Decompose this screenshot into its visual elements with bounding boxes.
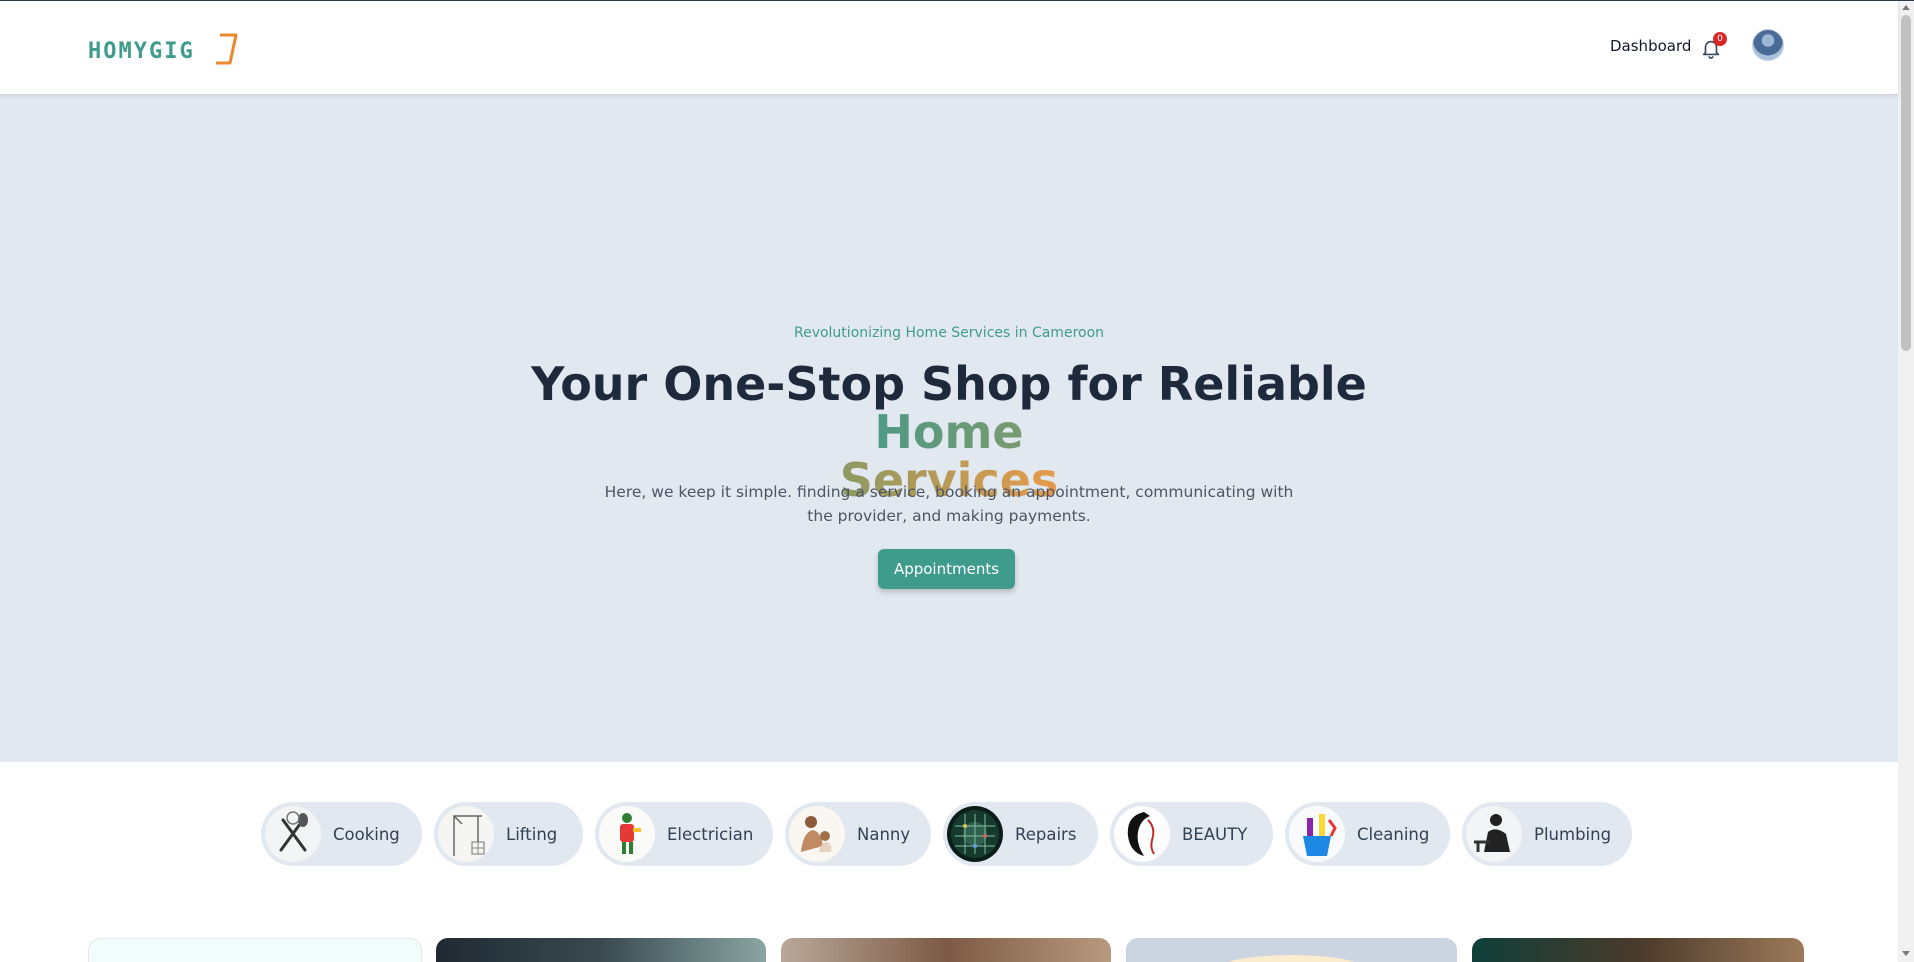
homygig-logo[interactable]: HOMYGIG	[88, 31, 238, 71]
category-label: Electrician	[667, 824, 754, 844]
category-chip-nanny[interactable]: Nanny	[785, 802, 931, 866]
site-header: HOMYGIG Dashboard 0	[0, 1, 1898, 94]
service-card[interactable]	[1472, 938, 1804, 962]
circuit-board-icon	[947, 806, 1003, 862]
category-chip-lifting[interactable]: Lifting	[434, 802, 583, 866]
page-scrollbar[interactable]	[1898, 1, 1914, 962]
nanny-icon	[789, 806, 845, 862]
user-avatar[interactable]	[1752, 29, 1784, 61]
category-label: Repairs	[1015, 824, 1077, 844]
category-chip-cooking[interactable]: Cooking	[261, 802, 422, 866]
service-card[interactable]	[781, 938, 1111, 962]
appointments-button[interactable]: Appointments	[878, 549, 1015, 589]
category-chip-plumbing[interactable]: Plumbing	[1462, 802, 1632, 866]
category-chip-beauty[interactable]: BEAUTY	[1110, 802, 1273, 866]
service-card[interactable]	[88, 938, 422, 962]
hero-tagline: Revolutionizing Home Services in Cameroo…	[793, 325, 1105, 341]
beauty-icon	[1114, 806, 1170, 862]
crane-icon	[438, 806, 494, 862]
scroll-down-arrow-icon[interactable]	[1902, 951, 1910, 956]
category-chip-repairs[interactable]: Repairs	[943, 802, 1098, 866]
plumber-icon	[1466, 806, 1522, 862]
electrician-icon	[599, 806, 655, 862]
scrollbar-thumb[interactable]	[1901, 15, 1911, 351]
service-card[interactable]	[1126, 938, 1457, 962]
category-label: Lifting	[506, 824, 558, 844]
category-label: BEAUTY	[1182, 824, 1248, 844]
logo-text: HOMYGIG	[88, 38, 195, 64]
category-label: Cleaning	[1357, 824, 1430, 844]
notification-count-badge: 0	[1713, 32, 1727, 46]
hero-section: Revolutionizing Home Services in Cameroo…	[0, 94, 1898, 762]
cleaning-supplies-icon	[1289, 806, 1345, 862]
category-label: Plumbing	[1534, 824, 1612, 844]
category-label: Nanny	[857, 824, 911, 844]
scroll-up-arrow-icon[interactable]	[1902, 5, 1910, 10]
cooking-utensils-icon	[265, 806, 321, 862]
hero-description: Here, we keep it simple. finding a servi…	[604, 483, 1294, 525]
service-card[interactable]	[436, 938, 766, 962]
category-label: Cooking	[333, 824, 400, 844]
category-chip-cleaning[interactable]: Cleaning	[1285, 802, 1450, 866]
hero-title-home: Home	[874, 405, 1024, 459]
hero-title-text: Your One-Stop Shop for Reliable	[531, 357, 1367, 411]
category-chip-electrician[interactable]: Electrician	[595, 802, 773, 866]
logo-bracket-icon	[216, 33, 238, 65]
nav-dashboard-link[interactable]: Dashboard	[1610, 37, 1691, 55]
